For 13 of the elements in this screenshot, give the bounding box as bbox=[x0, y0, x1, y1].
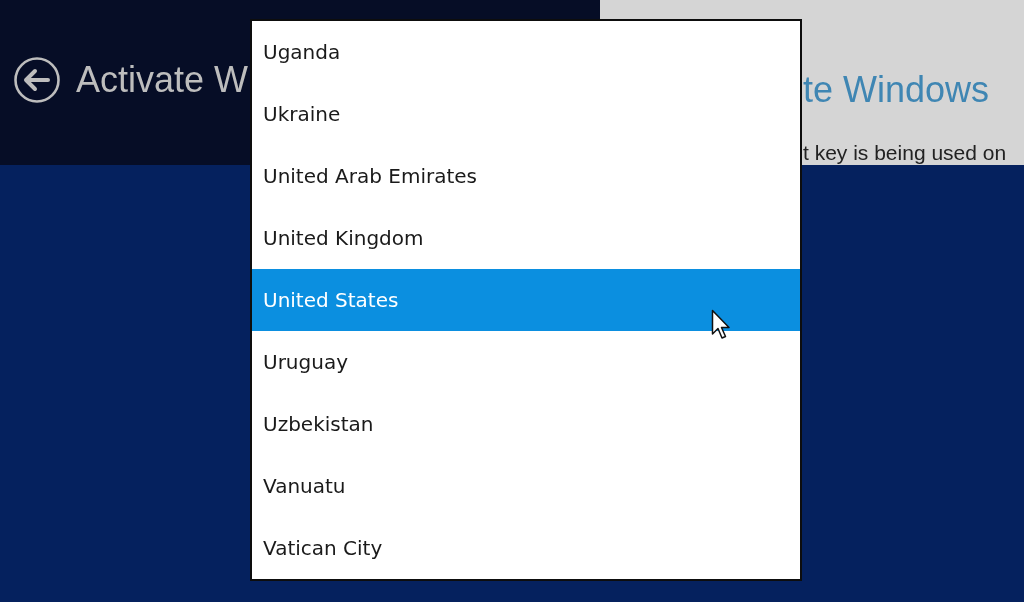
country-option[interactable]: Uruguay bbox=[252, 331, 800, 393]
panel-title: te Windows bbox=[803, 69, 991, 111]
country-option[interactable]: United Arab Emirates bbox=[252, 145, 800, 207]
country-option[interactable]: United Kingdom bbox=[252, 207, 800, 269]
country-option[interactable]: Uganda bbox=[252, 21, 800, 83]
country-option[interactable]: Vanuatu bbox=[252, 455, 800, 517]
panel-text: t key is being used on bbox=[803, 141, 1008, 165]
mouse-pointer-icon bbox=[711, 309, 731, 341]
country-option[interactable]: Ukraine bbox=[252, 83, 800, 145]
back-button[interactable] bbox=[14, 56, 60, 103]
country-option[interactable]: Vatican City bbox=[252, 517, 800, 579]
page-title: Activate W bbox=[76, 58, 249, 101]
country-option[interactable]: Uzbekistan bbox=[252, 393, 800, 455]
